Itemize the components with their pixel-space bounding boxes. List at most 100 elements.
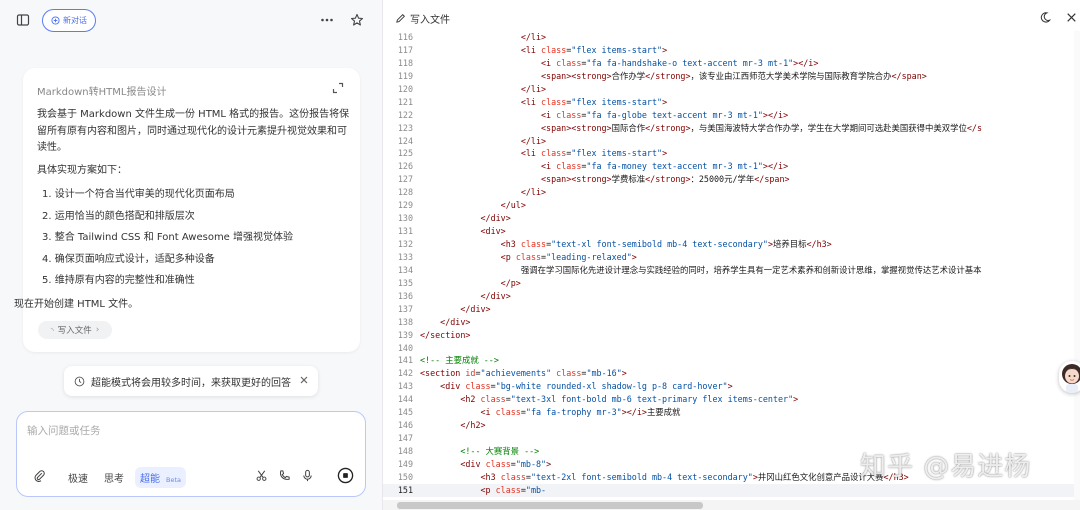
code-line[interactable]: 118 <i class="fa fa-handshake-o text-acc… [383,57,1080,70]
code-editor[interactable]: 116 </li> 117 <li class="flex items-start… [383,31,1080,500]
code-line[interactable]: 139 </section> [383,329,1080,342]
chevron-right-icon: › [95,325,100,335]
code-line[interactable]: 133 <p class="leading-relaxed"> [383,251,1080,264]
code-line[interactable]: 144 <h2 class="text-3xl font-bold mb-6 t… [383,393,1080,406]
line-number: 126 [397,161,413,172]
write-file-chip-label: 写入文件 [57,326,92,336]
scissors-icon[interactable] [255,469,268,482]
code-line[interactable]: 123 <span><strong>国际合作</strong>，与美国海波特大学… [383,122,1080,135]
mode-super-label: 超能 [140,473,160,485]
more-options-icon[interactable] [320,14,334,26]
mode-fast[interactable]: 极速 [63,467,93,488]
code-line[interactable]: 136 </div> [383,290,1080,303]
line-content: <i class="fa fa-money text-accent mr-3 m… [420,161,789,172]
code-line[interactable]: 146 </h2> [383,419,1080,432]
code-line[interactable]: 124 </li> [383,135,1080,148]
editor-title: 写入文件 [395,11,450,26]
line-number: 130 [397,213,413,224]
line-number: 138 [397,316,413,327]
code-line[interactable]: 135 </p> [383,277,1080,290]
line-number: 150 [397,471,413,482]
code-line[interactable]: 142 <section id="achievements" class="mb-… [383,367,1080,380]
code-line[interactable]: 117 <li class="flex items-start"> [383,44,1080,57]
close-editor-icon[interactable] [1065,11,1078,24]
expand-icon[interactable] [332,82,344,94]
star-icon[interactable] [350,13,364,27]
code-line[interactable]: 127 <span><strong>学费标准</strong>：25000元/学… [383,173,1080,186]
line-content: <h2 class="text-3xl font-bold mb-6 text-… [420,394,799,405]
line-content: </ul> [420,200,526,211]
line-content: <div> [420,226,506,237]
horizontal-scrollbar-thumb[interactable] [397,502,703,509]
code-line[interactable]: 145 <i class="fa fa-trophy mr-3"></i>主要成… [383,406,1080,419]
code-line[interactable]: 141 <!-- 主要成就 --> [383,354,1080,367]
code-line[interactable]: 132 <h3 class="text-xl font-semibold mb-… [383,238,1080,251]
code-line[interactable]: 126 <i class="fa fa-money text-accent mr… [383,160,1080,173]
line-number: 151 [397,484,413,495]
line-number: 119 [397,70,413,81]
line-number: 139 [397,329,413,340]
line-content: </div> [420,213,511,224]
code-line[interactable]: 147 [383,432,1080,445]
sidebar-toggle-icon[interactable] [16,13,30,27]
line-number: 121 [397,96,413,107]
new-chat-label: 新对话 [63,16,87,25]
code-line[interactable]: 122 <i class="fa fa-globe text-accent mr… [383,109,1080,122]
code-line[interactable]: 121 <li class="flex items-start"> [383,96,1080,109]
theme-toggle-icon[interactable] [1038,11,1051,24]
vertical-scrollbar[interactable] [1074,31,1080,500]
stop-button-icon[interactable] [337,467,354,484]
line-content: </div> [420,316,471,327]
card-title: Markdown转HTML报告设计 [37,87,167,98]
line-content: <p class="mb- [420,484,547,495]
code-line[interactable]: 125 <li class="flex items-start"> [383,147,1080,160]
mode-selector: 极速 思考 超能 Beta [63,466,186,488]
code-line[interactable]: 140 [383,342,1080,355]
line-number: 133 [397,251,413,262]
line-content: </li> [420,83,547,94]
close-icon[interactable] [298,374,310,386]
line-content: <!-- 主要成就 --> [420,355,499,366]
line-number: 134 [397,264,413,275]
mode-think[interactable]: 思考 [99,467,129,488]
line-content: <!-- 大赛背景 --> [420,446,540,456]
line-content: <span><strong>学费标准</strong>：25000元/学年</s… [420,174,790,185]
line-number: 141 [397,355,413,366]
line-content: <i class="fa fa-trophy mr-3"></i>主要成就 [420,407,681,418]
code-line[interactable]: 131 <div> [383,225,1080,238]
write-file-chip[interactable]: ◝ 写入文件 › [38,321,112,339]
line-number: 132 [397,239,413,249]
code-line[interactable]: 138 </div> [383,316,1080,329]
code-line[interactable]: 130 </div> [383,212,1080,225]
editor-title-label: 写入文件 [410,15,450,26]
line-number: 144 [397,394,413,405]
code-line[interactable]: 134 强调在学习国际化先进设计理念与实践经验的同时，培养学生具有一定艺术素养和… [383,264,1080,277]
line-number: 116 [397,32,413,42]
code-line[interactable]: 143 <div class="bg-white rounded-xl shad… [383,380,1080,393]
code-line[interactable]: 119 <span><strong>合作办学</strong>，该专业由江西师范… [383,70,1080,83]
line-content: <div class="bg-white rounded-xl shadow-l… [420,381,733,392]
code-line[interactable]: 129 </ul> [383,199,1080,212]
mode-super[interactable]: 超能 Beta [135,466,186,488]
line-content: 强调在学习国际化先进设计理念与实践经验的同时，培养学生具有一定艺术素养和创新设计… [420,264,982,275]
chat-input-placeholder[interactable]: 输入问题或任务 [27,423,101,438]
notice-text: 超能模式将会用较多时间，来获取更好的回答 [91,377,291,389]
assistant-avatar[interactable] [1059,361,1080,393]
line-number: 136 [397,290,413,301]
code-line[interactable]: 116 </li> [383,31,1080,44]
attachment-icon[interactable] [33,469,46,482]
code-line[interactable]: 151 <p class="mb- [383,483,1080,497]
line-number: 146 [397,420,413,431]
phone-icon[interactable] [278,469,291,482]
line-content: </p> [420,277,521,288]
new-chat-button[interactable]: 新对话 [42,9,96,32]
code-line[interactable]: 128 </li> [383,186,1080,199]
code-line[interactable]: 137 </div> [383,303,1080,316]
chat-input-box[interactable]: 输入问题或任务 极速 思考 超能 Beta [16,411,366,497]
super-mode-notice: 超能模式将会用较多时间，来获取更好的回答 [64,366,318,396]
code-line[interactable]: 120 </li> [383,83,1080,96]
line-content: </div> [420,303,491,314]
line-content: <h3 class="text-xl font-semibold mb-4 te… [420,239,832,249]
microphone-icon[interactable] [301,469,314,482]
line-number: 118 [397,57,413,68]
